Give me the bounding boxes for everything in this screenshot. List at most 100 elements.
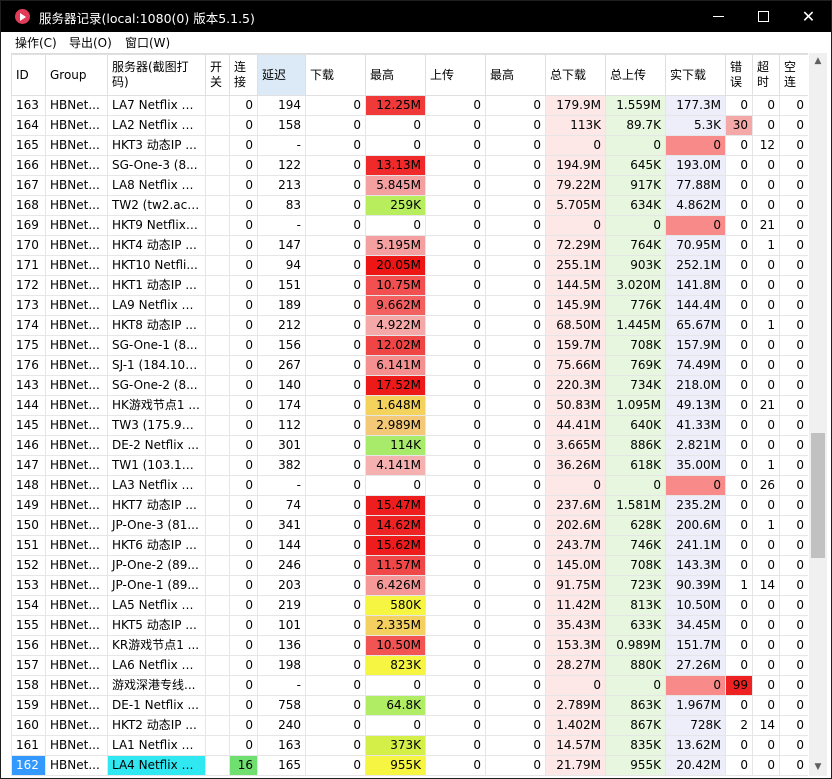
cell-real-download: 27.26M	[665, 655, 726, 676]
table-row[interactable]: 153 HBNet... JP-One-1 (89... 0 203 0 6.426M 0 0 9…	[11, 575, 808, 596]
vertical-scrollbar[interactable]: ▲ ▼	[809, 53, 827, 776]
cell-latency: 151	[257, 275, 306, 296]
table-row[interactable]: 163 HBNet... LA7 Netflix U... 0 194 0 12.25M 0 0…	[11, 95, 808, 116]
scroll-up-arrow-icon[interactable]: ▲	[809, 53, 827, 70]
col-header-timeouts[interactable]: 超时	[752, 54, 780, 96]
scrollbar-thumb[interactable]	[811, 433, 825, 558]
cell-download: 0	[305, 595, 366, 616]
col-header-empty-connections[interactable]: 空连	[779, 54, 808, 96]
cell-timeouts: 0	[752, 175, 780, 196]
cell-upload: 0	[425, 555, 486, 576]
table-row[interactable]: 151 HBNet... HKT6 动态IP ... 0 144 0 15.62M 0 0 243…	[11, 535, 808, 556]
table-row[interactable]: 148 HBNet... LA3 Netflix U... 0-0 0 0 0 0 0 0 0 26 0	[11, 475, 808, 496]
cell-download-max: 6.426M	[365, 575, 426, 596]
close-button[interactable]: ✕	[786, 1, 831, 32]
table-row[interactable]: 170 HBNet... HKT4 动态IP ... 0 147 0 5.195M 0 0 72.…	[11, 235, 808, 256]
table-row[interactable]: 159 HBNet... DE-1 Netflix ... 0 758 0 64.8K 0 0 2…	[11, 695, 808, 716]
table-row[interactable]: 168 HBNet... TW2 (tw2.acc... 0 83 0 259K 0 0 5.70…	[11, 195, 808, 216]
table-row[interactable]: 155 HBNet... HKT5 动态IP ... 0 101 0 2.335M 0 0 35.…	[11, 615, 808, 636]
cell-download: 0	[305, 215, 366, 236]
table-row[interactable]: 150 HBNet... JP-One-3 (81... 0 341 0 14.62M 0 0 2…	[11, 515, 808, 536]
cell-errors: 0	[725, 755, 753, 776]
menu-window[interactable]: 窗口(W)	[125, 34, 170, 51]
cell-errors: 0	[725, 215, 753, 236]
cell-empty-connections: 0	[779, 595, 808, 616]
cell-latency: 189	[257, 295, 306, 316]
title-bar[interactable]: 服务器记录(local:1080(0) 版本5.1.5) ✕	[1, 1, 831, 32]
server-grid[interactable]: ID Group 服务器(截图打码) 开关 连接 延迟 下载 最高 上传 最高 …	[11, 53, 808, 777]
scroll-down-arrow-icon[interactable]: ▼	[809, 759, 827, 776]
cell-download-max: 373K	[365, 735, 426, 756]
col-header-upload-max[interactable]: 最高	[485, 54, 546, 96]
cell-download: 0	[305, 535, 366, 556]
table-row[interactable]: 144 HBNet... HK游戏节点1 ... 0 174 0 1.648M 0 0 50.83…	[11, 395, 808, 416]
col-header-server[interactable]: 服务器(截图打码)	[107, 54, 206, 96]
cell-connections: 0	[229, 575, 258, 596]
cell-total-upload: 89.7K	[605, 115, 666, 136]
menu-operate[interactable]: 操作(C)	[15, 34, 57, 51]
cell-errors: 0	[725, 495, 753, 516]
table-row[interactable]: 143 HBNet... SG-One-2 (8... 0 140 0 17.52M 0 0 22…	[11, 375, 808, 396]
table-row[interactable]: 175 HBNet... SG-One-1 (8... 0 156 0 12.02M 0 0 15…	[11, 335, 808, 356]
cell-empty-connections: 0	[779, 535, 808, 556]
col-header-real-download[interactable]: 实下载	[665, 54, 726, 96]
col-header-switch[interactable]: 开关	[205, 54, 230, 96]
menu-export[interactable]: 导出(O)	[69, 34, 112, 51]
cell-upload: 0	[425, 155, 486, 176]
col-header-latency[interactable]: 延迟	[257, 54, 306, 96]
table-row[interactable]: 149 HBNet... HKT7 动态IP ... 0 74 0 15.47M 0 0 237.…	[11, 495, 808, 516]
col-header-upload[interactable]: 上传	[425, 54, 486, 96]
table-row[interactable]: 160 HBNet... HKT2 动态IP ... 0 240 0 0 0 0 1.402M 86…	[11, 715, 808, 736]
cell-total-download: 220.3M	[545, 375, 606, 396]
cell-empty-connections: 0	[779, 475, 808, 496]
cell-empty-connections: 0	[779, 235, 808, 256]
table-row[interactable]: 154 HBNet... LA5 Netflix U... 0 219 0 580K 0 0 11…	[11, 595, 808, 616]
cell-server: HKT2 动态IP ...	[107, 715, 206, 736]
col-header-total-upload[interactable]: 总上传	[605, 54, 666, 96]
cell-switch	[205, 535, 230, 556]
table-row[interactable]: 162 HBNet... LA4 Netflix U... 16 165 0 955K 0 0 2…	[11, 755, 808, 776]
table-row[interactable]: 174 HBNet... HKT8 动态IP ... 0 212 0 4.922M 0 0 68.…	[11, 315, 808, 336]
minimize-button[interactable]	[696, 1, 741, 32]
cell-latency: 194	[257, 95, 306, 116]
table-row[interactable]: 172 HBNet... HKT1 动态IP ... 0 151 0 10.75M 0 0 144…	[11, 275, 808, 296]
col-header-group[interactable]: Group	[45, 54, 108, 96]
cell-id: 158	[11, 675, 46, 696]
cell-upload-max: 0	[485, 675, 546, 696]
cell-download-max: 0	[365, 115, 426, 136]
cell-errors: 0	[725, 735, 753, 756]
cell-download-max: 10.75M	[365, 275, 426, 296]
table-row[interactable]: 165 HBNet... HKT3 动态IP ... 0-0 0 0 0 0 0 0 0 12 0	[11, 135, 808, 156]
table-row[interactable]: 171 HBNet... HKT10 Netfli... 0 94 0 20.05M 0 0 25…	[11, 255, 808, 276]
col-header-id[interactable]: ID	[11, 54, 46, 96]
table-row[interactable]: 147 HBNet... TW1 (103.17.... 0 382 0 4.141M 0 0 3…	[11, 455, 808, 476]
cell-group: HBNet...	[45, 655, 108, 676]
cell-id: 164	[11, 115, 46, 136]
col-header-connections[interactable]: 连接	[229, 54, 258, 96]
col-header-download-max[interactable]: 最高	[365, 54, 426, 96]
cell-real-download: 241.1M	[665, 535, 726, 556]
table-row[interactable]: 164 HBNet... LA2 Netflix U... 0 158 0 0 0 0 113K 8…	[11, 115, 808, 136]
maximize-button[interactable]	[741, 1, 786, 32]
table-row[interactable]: 156 HBNet... KR游戏节点1 ... 0 136 0 10.50M 0 0 153.3…	[11, 635, 808, 656]
table-row[interactable]: 146 HBNet... DE-2 Netflix ... 0 301 0 114K 0 0 3.…	[11, 435, 808, 456]
table-row[interactable]: 173 HBNet... LA9 Netflix U... 0 189 0 9.662M 0 0…	[11, 295, 808, 316]
cell-group: HBNet...	[45, 115, 108, 136]
cell-latency: 147	[257, 235, 306, 256]
table-row[interactable]: 161 HBNet... LA1 Netflix U... 0 163 0 373K 0 0 14…	[11, 735, 808, 756]
col-header-total-download[interactable]: 总下载	[545, 54, 606, 96]
cell-errors: 0	[725, 335, 753, 356]
cell-total-download: 28.27M	[545, 655, 606, 676]
cell-connections: 0	[229, 215, 258, 236]
cell-total-download: 11.42M	[545, 595, 606, 616]
table-row[interactable]: 158 HBNet... 游戏深港专线... 0-0 0 0 0 0 0 0 99 0 0	[11, 675, 808, 696]
table-row[interactable]: 152 HBNet... JP-One-2 (89... 0 246 0 11.57M 0 0 1…	[11, 555, 808, 576]
col-header-errors[interactable]: 错误	[725, 54, 753, 96]
table-row[interactable]: 145 HBNet... TW3 (175.98.... 0 112 0 2.989M 0 0 4…	[11, 415, 808, 436]
table-row[interactable]: 166 HBNet... SG-One-3 (8... 0 122 0 13.13M 0 0 19…	[11, 155, 808, 176]
table-row[interactable]: 157 HBNet... LA6 Netflix U... 0 198 0 823K 0 0 28…	[11, 655, 808, 676]
table-row[interactable]: 169 HBNet... HKT9 Netflix ... 0-0 0 0 0 0 0 0 0 21 0	[11, 215, 808, 236]
table-row[interactable]: 167 HBNet... LA8 Netflix U... 0 213 0 5.845M 0 0…	[11, 175, 808, 196]
col-header-download[interactable]: 下载	[305, 54, 366, 96]
table-row[interactable]: 176 HBNet... SJ-1 (184.105... 0 267 0 6.141M 0 0…	[11, 355, 808, 376]
